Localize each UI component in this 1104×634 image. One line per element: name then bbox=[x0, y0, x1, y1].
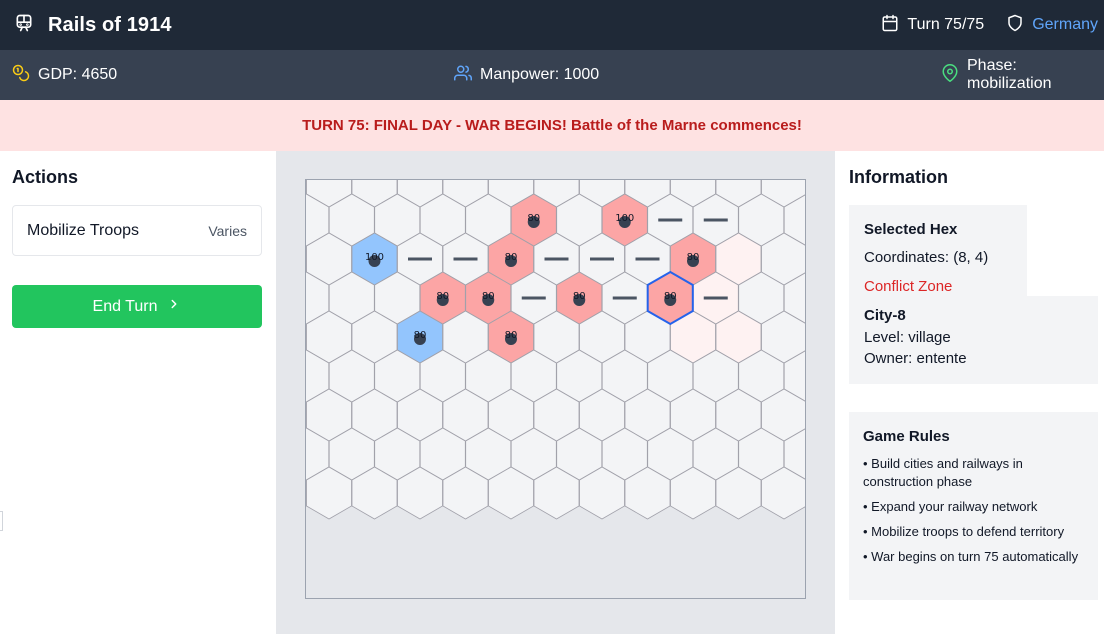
banner-text: TURN 75: FINAL DAY - WAR BEGINS! Battle … bbox=[302, 117, 802, 134]
action-label: Mobilize Troops bbox=[27, 221, 140, 239]
city-owner: Owner: entente bbox=[864, 350, 967, 367]
end-turn-button[interactable]: End Turn bbox=[12, 285, 262, 328]
chevron-right-icon bbox=[157, 297, 181, 316]
country-label: Germany bbox=[1032, 16, 1098, 33]
troop-count: 80 bbox=[482, 291, 495, 302]
actions-heading: Actions bbox=[12, 167, 79, 187]
top-bar: Rails of 1914 Turn 75/75 Germany bbox=[0, 0, 1104, 50]
map-pin-icon bbox=[941, 63, 967, 87]
selected-hex-title: Selected Hex bbox=[864, 221, 958, 238]
manpower-stat: Manpower: 1000 bbox=[454, 50, 599, 100]
calendar-icon bbox=[881, 14, 899, 37]
train-icon bbox=[14, 13, 34, 38]
information-panel: Information Selected Hex Coordinates: (8… bbox=[835, 151, 1104, 634]
turn-indicator: Turn 75/75 bbox=[881, 14, 984, 37]
rule-item: • Mobilize troops to defend territory bbox=[863, 524, 1065, 539]
shield-icon bbox=[1006, 14, 1024, 37]
stats-bar: GDP: 4650 Manpower: 1000 Phase: mobiliza… bbox=[0, 50, 1104, 100]
gdp-stat: GDP: 4650 bbox=[12, 50, 117, 100]
gdp-value: GDP: 4650 bbox=[38, 66, 118, 83]
app-title: Rails of 1914 bbox=[48, 13, 172, 36]
rule-item: • War begins on turn 75 automatically bbox=[863, 549, 1079, 564]
actions-panel: Actions Mobilize Troops Varies End Turn bbox=[0, 151, 276, 634]
troop-count: 100 bbox=[615, 213, 634, 224]
phase-stat: Phase: mobilization bbox=[941, 50, 1104, 100]
troop-count: 80 bbox=[505, 330, 518, 341]
war-banner: TURN 75: FINAL DAY - WAR BEGINS! Battle … bbox=[0, 100, 1104, 151]
action-cost: Varies bbox=[208, 222, 247, 239]
collapse-handle[interactable] bbox=[0, 511, 3, 531]
troop-count: 80 bbox=[687, 252, 700, 263]
troop-count: 80 bbox=[573, 291, 586, 302]
game-rules-title: Game Rules bbox=[863, 428, 950, 445]
mobilize-troops-action[interactable]: Mobilize Troops Varies bbox=[12, 205, 262, 256]
city-level: Level: village bbox=[864, 329, 951, 346]
troop-count: 80 bbox=[527, 213, 540, 224]
hex-map[interactable]: 80 100 100 80 80 80 80 80 80 80 80 bbox=[305, 179, 806, 599]
rule-item: • Expand your railway network bbox=[863, 499, 1038, 514]
users-icon bbox=[454, 64, 480, 87]
information-heading: Information bbox=[849, 167, 948, 187]
turn-label: Turn 75/75 bbox=[907, 16, 985, 33]
troop-count: 80 bbox=[664, 291, 677, 302]
country-indicator: Germany bbox=[1006, 14, 1098, 37]
hex-grid[interactable]: 80 100 100 80 80 80 80 80 80 80 80 bbox=[306, 180, 806, 599]
phase-value: Phase: mobilization bbox=[967, 57, 1052, 92]
game-rules-card: Game Rules • Build cities and railways i… bbox=[849, 412, 1098, 600]
end-turn-label: End Turn bbox=[92, 297, 158, 315]
rules-list: • Build cities and railways in construct… bbox=[863, 455, 1084, 566]
rule-item: • Build cities and railways in construct… bbox=[863, 456, 1023, 489]
city-name: City-8 bbox=[864, 307, 906, 324]
coordinates-text: Coordinates: (8, 4) bbox=[864, 249, 989, 266]
coins-icon bbox=[12, 64, 38, 87]
header-status: Turn 75/75 Germany bbox=[881, 0, 1098, 50]
troop-count: 100 bbox=[365, 252, 384, 263]
manpower-value: Manpower: 1000 bbox=[480, 66, 600, 83]
troop-count: 80 bbox=[505, 252, 518, 263]
troop-count: 80 bbox=[436, 291, 449, 302]
conflict-zone-label: Conflict Zone bbox=[864, 278, 953, 295]
troop-count: 80 bbox=[414, 330, 427, 341]
brand: Rails of 1914 bbox=[14, 0, 172, 50]
map-area: 80 100 100 80 80 80 80 80 80 80 80 bbox=[276, 151, 835, 634]
